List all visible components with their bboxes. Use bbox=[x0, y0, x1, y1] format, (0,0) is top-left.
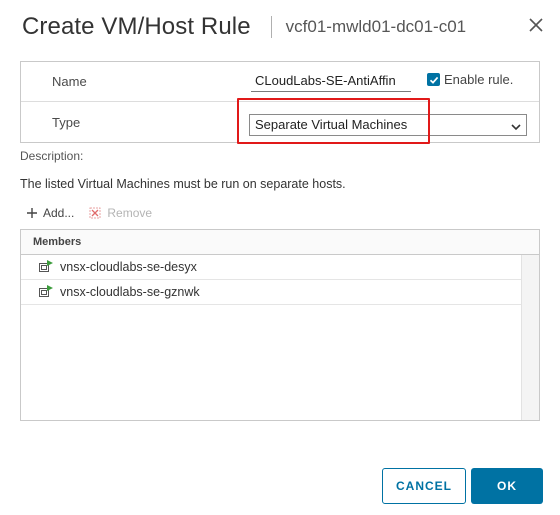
table-row[interactable]: vnsx-cloudlabs-se-gznwk bbox=[21, 280, 521, 305]
members-scrollbar[interactable] bbox=[521, 255, 539, 420]
vm-powered-on-icon bbox=[39, 285, 53, 297]
enable-rule-label: Enable rule. bbox=[444, 72, 514, 87]
type-label: Type bbox=[52, 115, 81, 130]
type-row: Type Separate Virtual Machines bbox=[21, 103, 539, 143]
rule-type-value: Separate Virtual Machines bbox=[255, 117, 408, 132]
dialog-header: Create VM/Host Rule vcf01-mwld01-dc01-c0… bbox=[22, 10, 547, 44]
remove-member-label: Remove bbox=[107, 206, 153, 220]
name-row: Name CLoudLabs-SE-AntiAffin Enable rule. bbox=[21, 62, 539, 102]
member-name: vnsx-cloudlabs-se-desyx bbox=[60, 260, 197, 274]
close-icon[interactable] bbox=[527, 16, 545, 34]
add-member-button[interactable]: Add... bbox=[26, 206, 74, 220]
header-divider bbox=[270, 16, 272, 38]
vm-powered-on-icon bbox=[39, 260, 53, 272]
description-label: Description: bbox=[20, 149, 84, 163]
members-column-header[interactable]: Members bbox=[21, 230, 539, 255]
dialog-title: Create VM/Host Rule bbox=[22, 13, 251, 40]
rule-properties: Name CLoudLabs-SE-AntiAffin Enable rule.… bbox=[20, 61, 540, 143]
name-label: Name bbox=[52, 74, 87, 89]
plus-icon bbox=[27, 208, 37, 218]
members-toolbar: Add... Remove bbox=[26, 206, 152, 220]
description-text: The listed Virtual Machines must be run … bbox=[20, 177, 346, 191]
add-member-label: Add... bbox=[43, 206, 75, 220]
chevron-down-icon bbox=[510, 119, 522, 139]
dialog-subtitle: vcf01-mwld01-dc01-c01 bbox=[285, 17, 467, 36]
table-row[interactable]: vnsx-cloudlabs-se-desyx bbox=[21, 255, 521, 280]
checkbox-checked-icon[interactable] bbox=[427, 73, 440, 86]
remove-icon bbox=[89, 207, 101, 219]
remove-member-button[interactable]: Remove bbox=[88, 206, 152, 220]
enable-rule-checkbox[interactable]: Enable rule. bbox=[427, 72, 513, 87]
ok-button[interactable]: OK bbox=[471, 468, 543, 504]
members-grid: Members vnsx-cloudlabs-se-desyx vnsx-clo… bbox=[20, 229, 540, 421]
rule-type-select[interactable]: Separate Virtual Machines bbox=[249, 114, 527, 136]
member-name: vnsx-cloudlabs-se-gznwk bbox=[60, 285, 200, 299]
cancel-button[interactable]: CANCEL bbox=[382, 468, 466, 504]
rule-name-input[interactable]: CLoudLabs-SE-AntiAffin bbox=[251, 70, 411, 92]
